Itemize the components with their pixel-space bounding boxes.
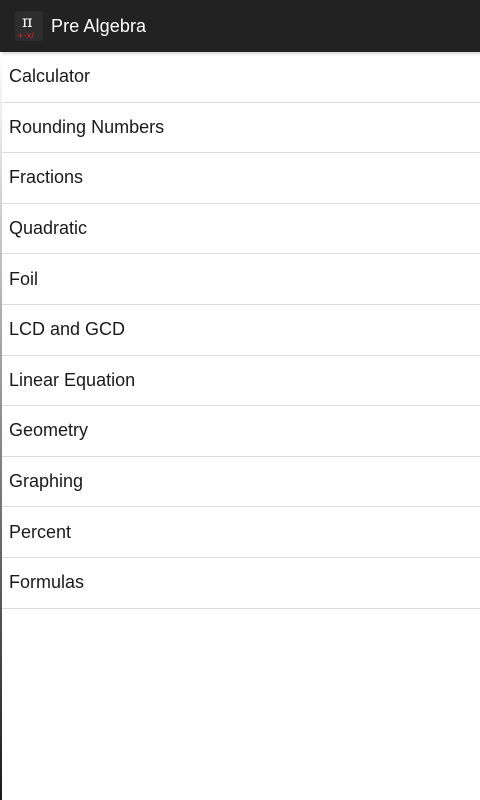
menu-item-formulas[interactable]: Formulas — [0, 558, 480, 609]
menu-item-foil[interactable]: Foil — [0, 254, 480, 305]
action-bar: π +-x/ Pre Algebra — [0, 0, 480, 52]
menu-item-label: Calculator — [9, 66, 91, 87]
menu-item-geometry[interactable]: Geometry — [0, 406, 480, 457]
menu-item-label: Quadratic — [9, 218, 88, 239]
menu-item-label: LCD and GCD — [9, 319, 126, 340]
svg-text:π: π — [22, 12, 33, 31]
menu-item-linear-equation[interactable]: Linear Equation — [0, 356, 480, 407]
app-title: Pre Algebra — [51, 15, 147, 36]
menu-item-label: Formulas — [9, 572, 85, 593]
menu-item-quadratic[interactable]: Quadratic — [0, 204, 480, 255]
menu-item-label: Geometry — [9, 420, 89, 441]
menu-item-label: Linear Equation — [9, 369, 136, 390]
svg-text:+-x/: +-x/ — [17, 31, 34, 40]
menu-item-graphing[interactable]: Graphing — [0, 457, 480, 508]
menu-item-label: Rounding Numbers — [9, 116, 165, 137]
left-edge-shading — [0, 52, 2, 800]
menu-item-label: Foil — [9, 268, 39, 289]
menu-item-lcd-and-gcd[interactable]: LCD and GCD — [0, 305, 480, 356]
menu-item-calculator[interactable]: Calculator — [0, 52, 480, 103]
menu-item-label: Percent — [9, 521, 72, 542]
menu-item-rounding-numbers[interactable]: Rounding Numbers — [0, 103, 480, 154]
menu-item-label: Graphing — [9, 471, 84, 492]
menu-item-fractions[interactable]: Fractions — [0, 153, 480, 204]
menu-list: Calculator Rounding Numbers Fractions Qu… — [0, 52, 480, 609]
screen: π +-x/ Pre Algebra Calculator Rounding N… — [0, 0, 480, 800]
pi-app-icon[interactable]: π +-x/ — [15, 11, 43, 41]
menu-item-label: Fractions — [9, 167, 84, 188]
menu-item-percent[interactable]: Percent — [0, 507, 480, 558]
